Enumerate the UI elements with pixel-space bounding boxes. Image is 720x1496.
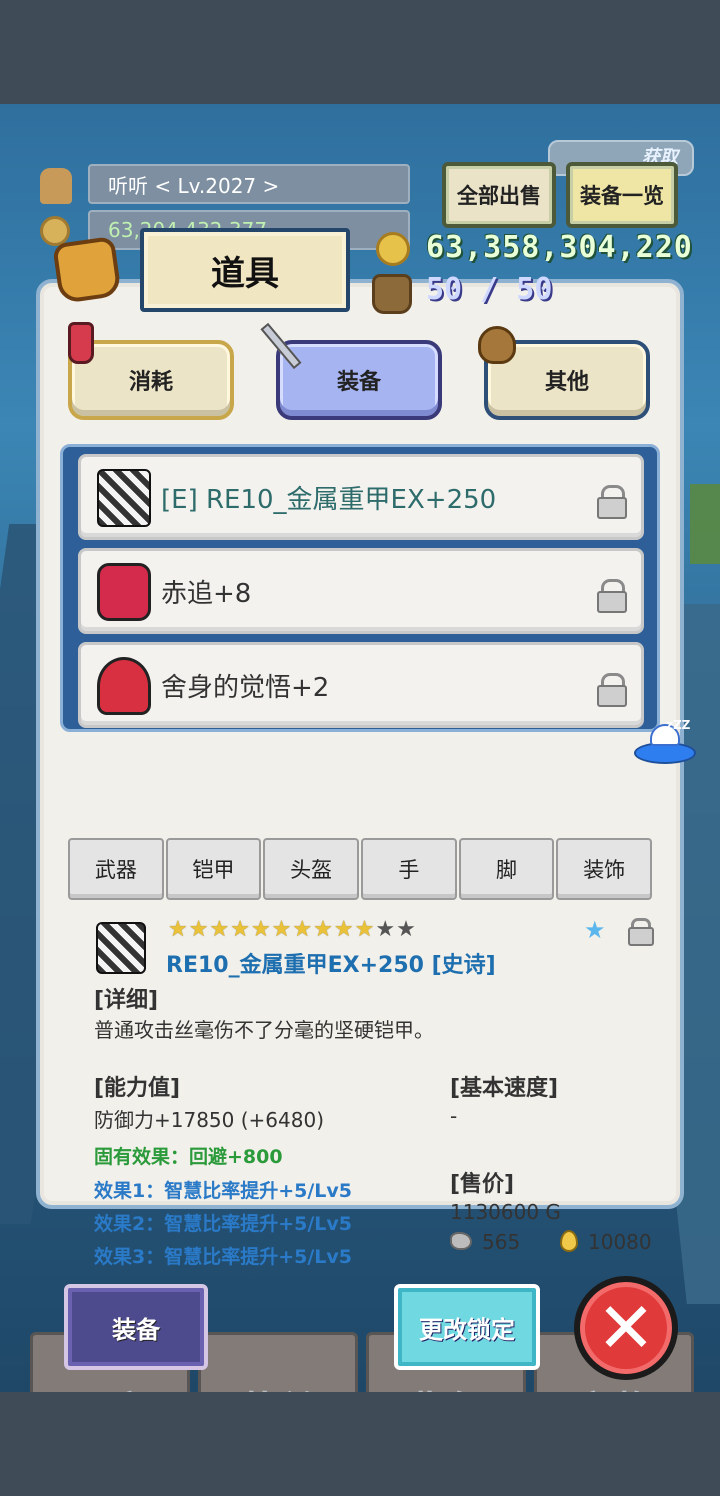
change-lock-button[interactable]: 更改锁定 bbox=[394, 1284, 540, 1370]
backpack-icon bbox=[372, 274, 412, 314]
inherent-effect: 固有效果：回避+800 bbox=[94, 1146, 283, 1168]
subtab-weapon[interactable]: 武器 bbox=[68, 838, 164, 900]
star-filled-icon: ★ bbox=[188, 917, 209, 942]
defense-stat: 防御力+17850 (+6480) bbox=[94, 1108, 324, 1132]
detail-armor-icon bbox=[96, 922, 146, 974]
item-description: 普通攻击丝毫伤不了分毫的坚硬铠甲。 bbox=[94, 1018, 434, 1042]
list-item[interactable]: 舍身的觉悟+2 bbox=[78, 642, 644, 728]
ore-value: 565 bbox=[482, 1230, 521, 1254]
subtab-helmet[interactable]: 头盔 bbox=[263, 838, 360, 900]
stats-header: [能力值] bbox=[94, 1076, 181, 1101]
detail-lock-icon[interactable] bbox=[628, 918, 654, 946]
nav-menu[interactable]: 菜单 bbox=[198, 1332, 358, 1392]
game-screen: 听听 < Lv.2027 > 63,204,432,377 获取 全部出售 装备… bbox=[0, 104, 720, 1392]
item-name: [E] RE10_金属重甲EX+250 bbox=[161, 484, 497, 515]
essence-value: 10080 bbox=[588, 1230, 652, 1254]
gold-amount: 63,358,304,220 bbox=[426, 230, 693, 265]
subtab-foot[interactable]: 脚 bbox=[458, 838, 555, 900]
system-top-bar bbox=[0, 0, 720, 104]
player-avatar bbox=[40, 168, 72, 204]
red-armor-icon bbox=[97, 563, 151, 621]
detail-item-name: RE10_金属重甲EX+250 [史诗] bbox=[166, 953, 496, 978]
effect-1: 效果1：智慧比率提升+5/Lv5 bbox=[94, 1180, 353, 1202]
item-name: 赤追+8 bbox=[161, 578, 252, 609]
equip-button[interactable]: 装备 bbox=[64, 1284, 208, 1370]
sell-all-button[interactable]: 全部出售 bbox=[442, 162, 556, 228]
effect-2: 效果2：智慧比率提升+5/Lv5 bbox=[94, 1213, 353, 1235]
list-item[interactable]: [E] RE10_金属重甲EX+250 bbox=[78, 454, 644, 540]
sack-icon bbox=[478, 326, 516, 364]
price-value: 1130600 G bbox=[450, 1200, 561, 1224]
close-button[interactable]: ✕ bbox=[574, 1276, 678, 1380]
detail-header: [详细] bbox=[94, 988, 159, 1013]
star-filled-icon: ★ bbox=[292, 917, 313, 942]
price-header: [售价] bbox=[450, 1172, 515, 1197]
player-name-level: 听听 < Lv.2027 > bbox=[88, 164, 410, 204]
background-grass bbox=[690, 484, 720, 564]
star-filled-icon: ★ bbox=[250, 917, 271, 942]
system-bottom-bar bbox=[0, 1392, 720, 1496]
close-icon: ✕ bbox=[596, 1287, 656, 1369]
favorite-star-icon[interactable]: ★ bbox=[584, 916, 606, 944]
rarity-stars: ★ ★ ★ ★ ★ ★ ★ ★ ★ ★ ★ ★ bbox=[168, 916, 416, 944]
speed-header: [基本速度] bbox=[450, 1076, 559, 1101]
sleep-icon: zZZ bbox=[666, 718, 691, 732]
star-filled-icon: ★ bbox=[271, 917, 292, 942]
star-filled-icon: ★ bbox=[168, 917, 188, 942]
star-empty-icon: ★ bbox=[375, 917, 396, 942]
equipment-list-button[interactable]: 装备一览 bbox=[566, 162, 678, 228]
list-item[interactable]: 赤追+8 bbox=[78, 548, 644, 634]
star-filled-icon: ★ bbox=[333, 917, 354, 942]
star-filled-icon: ★ bbox=[209, 917, 230, 942]
speed-value: - bbox=[450, 1104, 458, 1128]
tab-equipment[interactable]: 装备 bbox=[276, 340, 442, 420]
heavy-armor-icon bbox=[97, 469, 151, 527]
effect-3: 效果3：智慧比率提升+5/Lv5 bbox=[94, 1246, 353, 1268]
potion-icon bbox=[68, 322, 94, 364]
red-helmet-icon bbox=[97, 657, 151, 715]
item-name: 舍身的觉悟+2 bbox=[161, 672, 330, 703]
item-pouch-icon bbox=[52, 235, 122, 305]
star-filled-icon: ★ bbox=[354, 917, 375, 942]
subtab-hand[interactable]: 手 bbox=[361, 838, 457, 900]
subtab-armor[interactable]: 铠甲 bbox=[165, 838, 262, 900]
subtab-accessory[interactable]: 装饰 bbox=[556, 838, 653, 900]
lock-icon[interactable] bbox=[597, 579, 627, 613]
gold-coin-icon bbox=[376, 232, 410, 266]
inventory-capacity: 50 / 50 bbox=[426, 272, 553, 307]
lock-icon[interactable] bbox=[597, 673, 627, 707]
star-filled-icon: ★ bbox=[230, 917, 250, 942]
star-empty-icon: ★ bbox=[396, 917, 416, 942]
coin-icon bbox=[40, 216, 70, 246]
lock-icon[interactable] bbox=[597, 485, 627, 519]
ore-icon bbox=[450, 1232, 472, 1250]
panel-title: 道具 bbox=[140, 228, 350, 312]
star-filled-icon: ★ bbox=[313, 917, 333, 942]
essence-drop-icon bbox=[560, 1230, 578, 1252]
equipment-slot-tabs: 武器 铠甲 头盔 手 脚 装饰 bbox=[68, 838, 653, 900]
